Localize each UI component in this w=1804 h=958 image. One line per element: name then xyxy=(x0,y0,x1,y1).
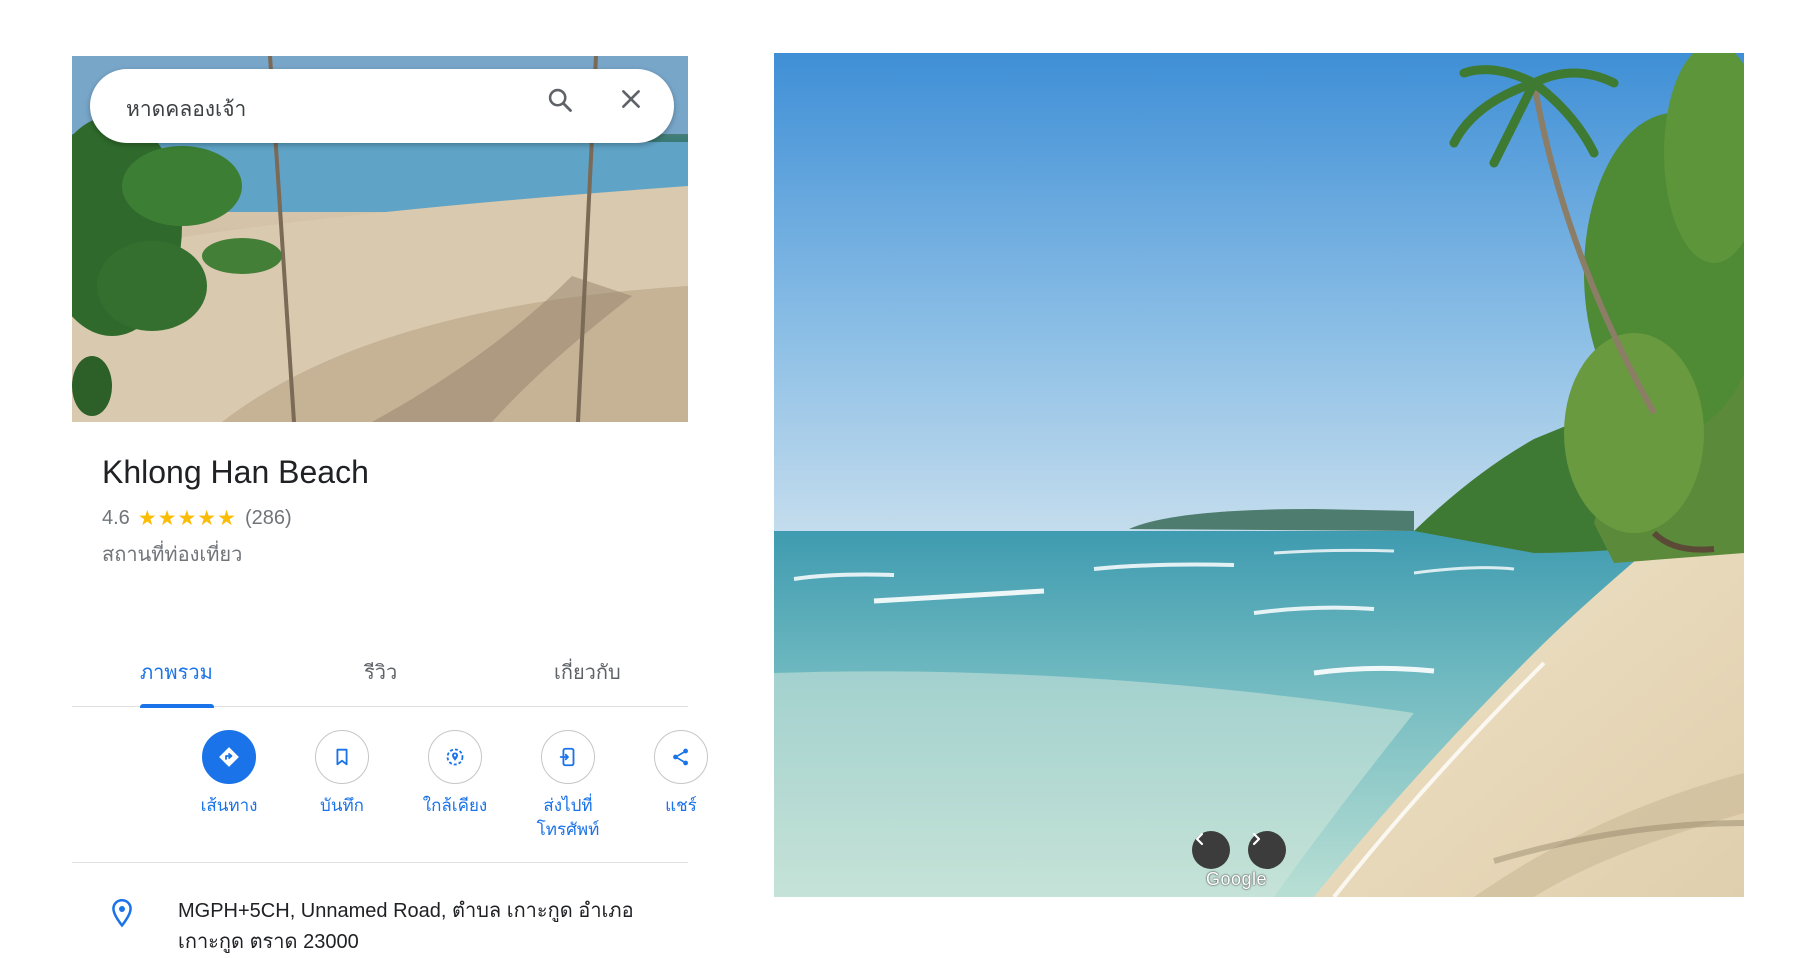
beach-photo-viewer[interactable]: Google xyxy=(774,53,1744,897)
address-line2: เกาะกูด ตราด 23000 xyxy=(178,931,359,953)
location-pin-icon xyxy=(108,898,136,935)
place-card: หาดคลองเจ้า Khlong Han Beach 4.6 ★★★★★ (… xyxy=(72,56,708,953)
send-to-phone-label-line2: โทรศัพท์ xyxy=(536,820,600,839)
place-title: Khlong Han Beach xyxy=(102,454,369,490)
next-photo-button[interactable] xyxy=(1248,831,1286,869)
nearby-label: ใกล้เคียง xyxy=(422,796,488,815)
save-label: บันทึก xyxy=(320,796,364,815)
tab-reviews[interactable]: รีวิว xyxy=(364,656,397,688)
share-icon xyxy=(654,730,708,784)
tab-about[interactable]: เกี่ยวกับ xyxy=(554,656,621,688)
beach-street-view-image xyxy=(774,53,1744,897)
search-bar[interactable]: หาดคลองเจ้า xyxy=(90,69,674,143)
address-row[interactable]: MGPH+5CH, Unnamed Road, ตำบล เกาะกูด อำเ… xyxy=(72,862,688,953)
directions-label: เส้นทาง xyxy=(200,796,258,815)
search-query-text[interactable]: หาดคลองเจ้า xyxy=(126,93,246,126)
share-button[interactable]: แชร์ xyxy=(626,730,736,818)
tab-overview[interactable]: ภาพรวม xyxy=(140,656,213,688)
send-to-phone-label-line1: ส่งไปที่ xyxy=(543,796,593,815)
bookmark-icon xyxy=(315,730,369,784)
rating-value: 4.6 xyxy=(102,507,130,529)
send-to-phone-button[interactable]: ส่งไปที่ โทรศัพท์ xyxy=(513,730,623,842)
action-buttons: เส้นทาง บันทึก ใกล้เคียง ส่งไปที่ โทรศัพ… xyxy=(72,706,708,863)
directions-icon xyxy=(202,730,256,784)
directions-button[interactable]: เส้นทาง xyxy=(174,730,284,818)
rating-row[interactable]: 4.6 ★★★★★ (286) xyxy=(102,506,292,531)
chevron-right-icon xyxy=(1252,832,1261,846)
google-watermark: Google xyxy=(1206,869,1268,889)
close-icon[interactable] xyxy=(618,86,658,126)
place-hero-photo[interactable]: หาดคลองเจ้า xyxy=(72,56,688,422)
address-line1: MGPH+5CH, Unnamed Road, ตำบล เกาะกูด อำเ… xyxy=(178,900,634,922)
nearby-button[interactable]: ใกล้เคียง xyxy=(400,730,510,818)
place-category[interactable]: สถานที่ท่องเที่ยว xyxy=(102,538,242,570)
send-to-phone-label: ส่งไปที่ โทรศัพท์ xyxy=(513,794,623,842)
nearby-icon xyxy=(428,730,482,784)
previous-photo-button[interactable] xyxy=(1192,831,1230,869)
send-to-phone-icon xyxy=(541,730,595,784)
save-button[interactable]: บันทึก xyxy=(287,730,397,818)
rating-stars: ★★★★★ xyxy=(137,507,237,530)
share-label: แชร์ xyxy=(665,796,697,815)
search-icon[interactable] xyxy=(546,86,586,126)
address-text[interactable]: MGPH+5CH, Unnamed Road, ตำบล เกาะกูด อำเ… xyxy=(178,896,678,958)
chevron-left-icon xyxy=(1195,832,1204,846)
review-count[interactable]: (286) xyxy=(245,507,292,530)
tab-bar: ภาพรวม รีวิว เกี่ยวกับ xyxy=(72,642,688,708)
